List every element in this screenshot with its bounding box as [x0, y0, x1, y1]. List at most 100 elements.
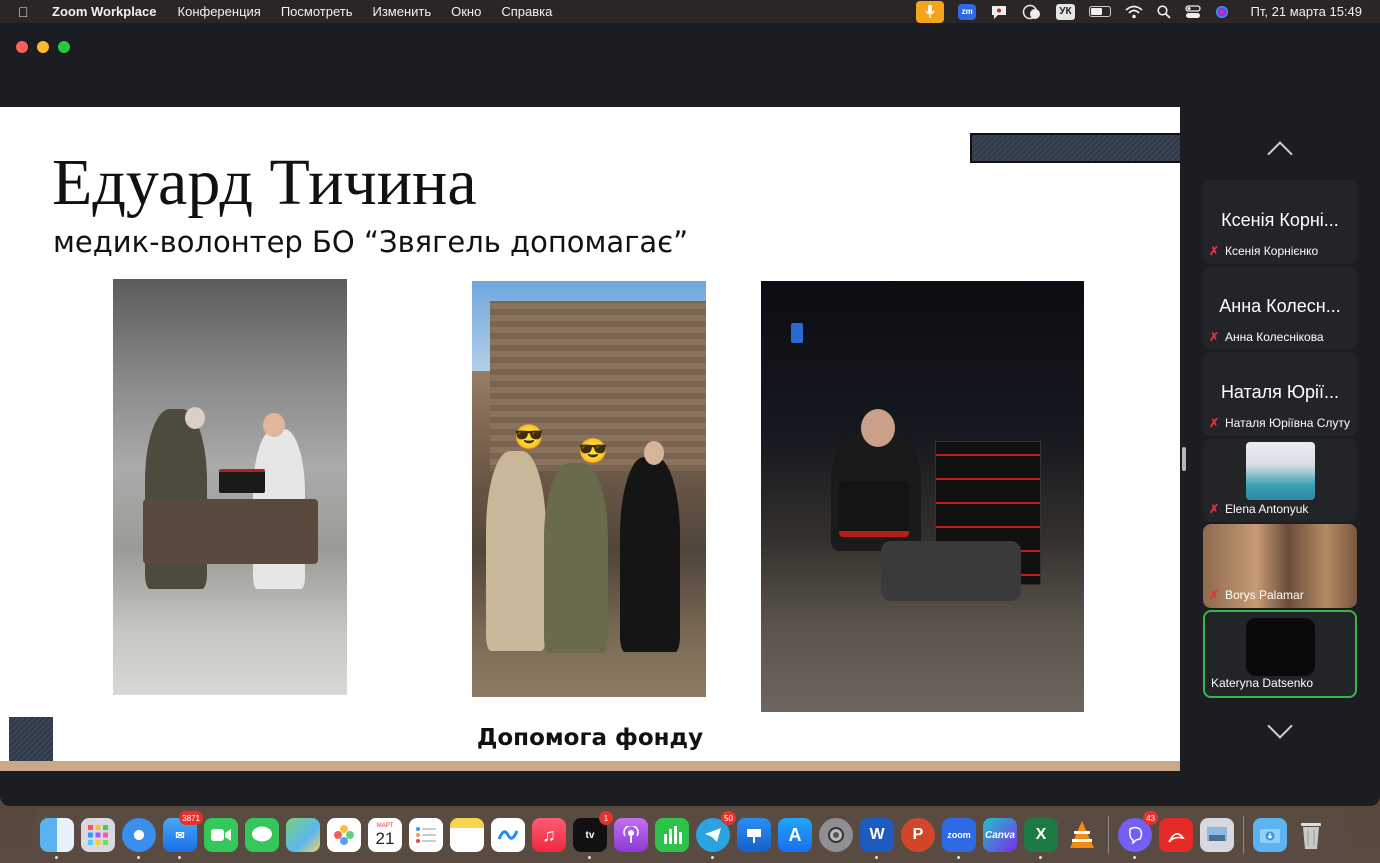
menu-bar:  Zoom Workplace Конференция Посмотреть … — [0, 0, 1380, 23]
participant-name: Наталя Юріївна Слуту — [1225, 416, 1351, 430]
menu-edit[interactable]: Изменить — [372, 4, 431, 19]
acrobat-icon[interactable] — [1159, 818, 1193, 852]
menu-help[interactable]: Справка — [501, 4, 552, 19]
slide-photo-3 — [761, 281, 1084, 712]
participant-label: Kateryna Datsenko — [1211, 676, 1351, 690]
active-speaker-tile[interactable]: Kateryna Datsenko — [1203, 610, 1357, 698]
battery-icon[interactable] — [1088, 0, 1111, 23]
wifi-icon[interactable] — [1124, 0, 1143, 23]
apple-tv-icon[interactable]: tv 1 — [573, 811, 613, 859]
facetime-icon[interactable] — [204, 818, 238, 852]
participant-tile[interactable]: ✗ Elena Antonyuk — [1203, 438, 1357, 522]
reminders-icon[interactable] — [409, 818, 443, 852]
music-icon[interactable]: ♫ — [532, 818, 566, 852]
viber-badge: 43 — [1143, 811, 1158, 825]
photo-legs — [881, 541, 1021, 601]
photo-box — [219, 469, 265, 493]
zoom-status-icon[interactable]: zm — [958, 0, 977, 23]
app-store-icon[interactable]: A — [778, 818, 812, 852]
microphone-in-use-icon[interactable] — [916, 0, 945, 23]
photo-person — [544, 463, 608, 653]
menu-bar-clock[interactable]: Пт, 21 марта 15:49 — [1251, 4, 1362, 19]
photo-face — [263, 413, 285, 437]
gallery-scroll-down-button[interactable] — [1256, 713, 1304, 745]
podcasts-icon[interactable] — [614, 818, 648, 852]
viber-icon[interactable]: 43 — [1118, 811, 1158, 859]
calendar-icon[interactable]: МАРТ 21 — [368, 818, 402, 852]
keyboard-layout-indicator[interactable]: УК — [1056, 0, 1075, 23]
telegram-badge: 50 — [721, 811, 736, 825]
sunglasses-emoji-icon: 😎 — [514, 424, 544, 451]
messages-icon[interactable] — [245, 818, 279, 852]
chevron-down-icon — [1267, 713, 1293, 739]
photo-bench — [143, 499, 318, 564]
safari-icon[interactable] — [122, 818, 156, 859]
muted-mic-icon: ✗ — [1209, 244, 1220, 258]
muted-mic-icon: ✗ — [1209, 330, 1220, 344]
powerpoint-icon[interactable]: P — [901, 818, 935, 852]
slide-subtitle: медик-волонтер БО “Звягель допомагає” — [53, 225, 689, 259]
trash-icon[interactable] — [1294, 818, 1328, 852]
shared-screen-slide[interactable]: Едуард Тичина медик-волонтер БО “Звягель… — [0, 107, 1180, 771]
participant-tile[interactable]: Наталя Юрії... ✗ Наталя Юріївна Слуту — [1203, 352, 1357, 436]
photos-icon[interactable] — [327, 818, 361, 852]
spotlight-search-icon[interactable] — [1156, 0, 1171, 23]
participant-display-name: Наталя Юрії... — [1220, 382, 1340, 402]
sunglasses-emoji-icon: 😎 — [578, 438, 608, 465]
photo-face — [185, 407, 205, 429]
chat-status-icon[interactable] — [990, 0, 1008, 23]
photo-drone-box — [839, 481, 909, 537]
canva-icon[interactable]: Canva — [983, 818, 1017, 852]
finder-icon[interactable] — [40, 818, 74, 859]
macos-dock: ✉ 3871 МАРТ 21 ♫ tv 1 50 A W P zoom Canva … — [34, 807, 1346, 863]
participant-label: ✗ Наталя Юріївна Слуту — [1209, 416, 1353, 430]
zoom-icon[interactable]: zoom — [942, 818, 976, 859]
menu-app-name[interactable]: Zoom Workplace — [52, 4, 157, 19]
muted-mic-icon: ✗ — [1209, 502, 1220, 516]
system-settings-icon[interactable] — [819, 818, 853, 852]
vlc-icon[interactable] — [1065, 818, 1099, 852]
preview-icon[interactable] — [1200, 818, 1234, 852]
word-icon[interactable]: W — [860, 818, 894, 859]
numbers-icon[interactable] — [655, 818, 689, 852]
gallery-scroll-up-button[interactable] — [1256, 135, 1304, 167]
participant-name: Elena Antonyuk — [1225, 502, 1309, 516]
launchpad-icon[interactable] — [81, 818, 115, 852]
menu-conference[interactable]: Конференция — [178, 4, 261, 19]
photo-face — [861, 409, 895, 447]
excel-icon[interactable]: X — [1024, 818, 1058, 859]
slide-decoration-bar — [970, 133, 1180, 163]
participant-video-tile[interactable]: ✗ Borys Palamar — [1203, 524, 1357, 608]
slide-photo-2: 😎 😎 — [472, 281, 706, 697]
status-area: zm УК Пт, 21 марта 15:49 — [902, 0, 1362, 23]
maps-icon[interactable] — [286, 818, 320, 852]
apple-menu-icon[interactable]:  — [18, 4, 36, 20]
photo-road-sign — [791, 323, 803, 343]
slide-bottom-bar — [0, 761, 1180, 771]
muted-mic-icon: ✗ — [1209, 416, 1220, 430]
fullscreen-window-button[interactable] — [58, 41, 70, 53]
participant-tile[interactable]: Ксенія Корні... ✗ Ксенія Корнієнко — [1203, 180, 1357, 264]
close-window-button[interactable] — [16, 41, 28, 53]
downloads-folder-icon[interactable] — [1253, 818, 1287, 852]
notes-icon[interactable] — [450, 818, 484, 852]
photo-person — [486, 451, 546, 651]
control-center-icon[interactable] — [1184, 0, 1201, 23]
panel-resize-handle[interactable] — [1182, 447, 1186, 471]
dock-separator — [1243, 816, 1244, 854]
participant-name: Ксенія Корнієнко — [1225, 244, 1319, 258]
notification-count-icon[interactable] — [1022, 0, 1042, 23]
siri-icon[interactable] — [1215, 0, 1229, 23]
keynote-icon[interactable] — [737, 818, 771, 852]
freeform-icon[interactable] — [491, 818, 525, 852]
minimize-window-button[interactable] — [37, 41, 49, 53]
mail-icon[interactable]: ✉ 3871 — [163, 811, 203, 859]
participant-label: ✗ Анна Колеснікова — [1209, 330, 1353, 344]
menu-window[interactable]: Окно — [451, 4, 481, 19]
menu-view[interactable]: Посмотреть — [281, 4, 353, 19]
participant-avatar — [1246, 618, 1315, 676]
telegram-icon[interactable]: 50 — [696, 811, 736, 859]
participant-tile[interactable]: Анна Колесн... ✗ Анна Колеснікова — [1203, 266, 1357, 350]
window-controls — [16, 41, 70, 53]
participant-label: ✗ Ксенія Корнієнко — [1209, 244, 1353, 258]
